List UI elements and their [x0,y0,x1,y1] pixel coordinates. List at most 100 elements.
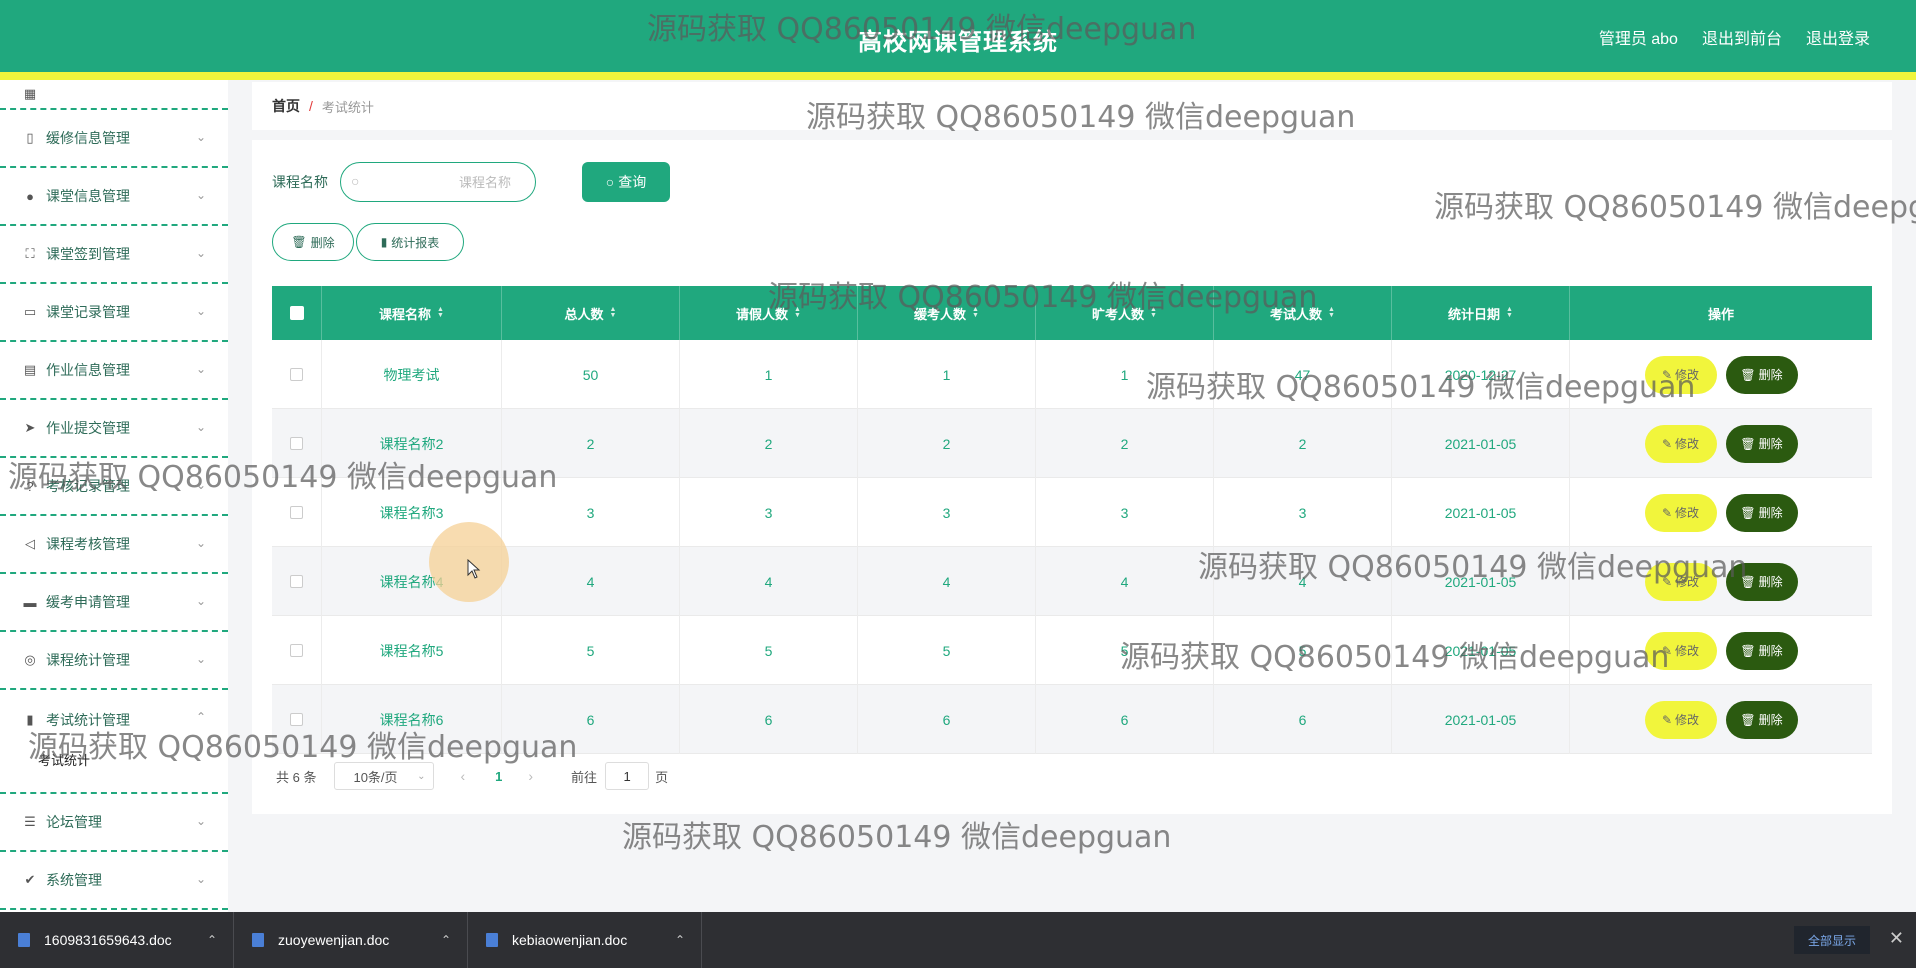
sidebar-item-homework-info[interactable]: ▤ 作业信息管理 ⌄ [0,342,228,400]
sidebar-item-label: 课程统计管理 [46,652,130,668]
sidebar-item-class-info[interactable]: ● 课堂信息管理 ⌄ [0,168,228,226]
sidebar-item-class-record[interactable]: ▭ 课堂记录管理 ⌄ [0,284,228,342]
sidebar-item-label: 作业提交管理 [46,420,130,436]
column-header[interactable]: 请假人数 ▲ ▼ [680,286,858,340]
sidebar-item-assessment-record[interactable]: ? 考核记录管理 ⌄ [0,458,228,516]
sidebar-item-exam-stats[interactable]: ▮ 考试统计管理 ⌃ 考试统计 [0,690,228,794]
report-button[interactable]: ▮ 统计报表 [356,223,464,261]
leave-cell: 4 [680,547,858,616]
sort-icon[interactable]: ▲ ▼ [437,306,444,319]
column-header[interactable]: 缓考人数 ▲ ▼ [858,286,1036,340]
bulb-icon: ● [26,188,34,204]
total-cell: 5 [502,616,680,685]
sliders-icon: ☰ [24,814,36,829]
column-header[interactable]: 考试人数 ▲ ▼ [1214,286,1392,340]
pagination: 共 6 条 10条/页 ⌄ ‹ 1 › 前往 页 [276,762,668,790]
chevron-up-icon[interactable]: ⌃ [207,933,217,947]
goto-label: 前往 [571,769,598,785]
edit-button[interactable]: ✎ 修改 [1644,355,1717,394]
column-header[interactable]: 旷考人数 ▲ ▼ [1036,286,1214,340]
column-header[interactable]: 总人数 ▲ ▼ [502,286,680,340]
prev-page-icon[interactable]: ‹ [460,768,465,784]
row-checkbox[interactable] [290,575,303,588]
edit-button[interactable]: ✎ 修改 [1644,631,1717,670]
sort-icon[interactable]: ▲ ▼ [972,306,979,319]
delete-button[interactable]: 🗑 删除 [1725,562,1798,601]
course-name-cell: 课程名称5 [322,616,502,685]
edit-button[interactable]: ✎ 修改 [1644,700,1717,739]
column-header-label: 考试人数 [1270,306,1323,322]
delete-button[interactable]: 🗑 删除 [1725,700,1798,739]
deferred-cell: 1 [858,340,1036,409]
download-item[interactable]: 1609831659643.doc ⌃ [0,912,234,968]
sidebar-item-course-assessment[interactable]: ◁ 课程考核管理 ⌄ [0,516,228,574]
query-button[interactable]: ○ 查询 [582,162,670,202]
close-icon[interactable]: ✕ [1889,928,1904,949]
absent-cell: 2 [1036,409,1214,478]
column-header-label: 操作 [1707,306,1734,322]
delete-button[interactable]: 🗑 删除 [1725,355,1798,394]
show-all-button[interactable]: 全部显示 [1793,926,1870,954]
document-icon [18,933,30,947]
sort-icon[interactable]: ▲ ▼ [794,306,801,319]
sidebar-item-forum[interactable]: ☰ 论坛管理 ⌄ [0,794,228,852]
logout-link[interactable]: 退出登录 [1806,25,1870,49]
header-links: 管理员 abo 退出到前台 退出登录 [1599,25,1870,49]
chevron-down-icon: ⌄ [195,188,206,202]
goto-page-input[interactable] [605,762,650,790]
row-checkbox[interactable] [290,368,303,381]
sort-icon[interactable]: ▲ ▼ [1506,306,1513,319]
chevron-up-icon[interactable]: ⌃ [441,933,451,947]
chevron-up-icon[interactable]: ⌃ [675,933,685,947]
back-to-front-link[interactable]: 退出到前台 [1702,25,1782,49]
actions-cell: ✎ 修改 🗑 删除 [1570,547,1872,616]
column-header[interactable]: 统计日期 ▲ ▼ [1392,286,1570,340]
breadcrumb-home[interactable]: 首页 [272,96,300,116]
edit-button[interactable]: ✎ 修改 [1644,562,1717,601]
column-header[interactable]: 课程名称 ▲ ▼ [322,286,502,340]
edit-button[interactable]: ✎ 修改 [1644,424,1717,463]
sidebar-item-system[interactable]: ✔ 系统管理 ⌄ [0,852,228,910]
edit-button[interactable]: ✎ 修改 [1644,493,1717,532]
chevron-up-icon: ⌃ [195,710,206,724]
question-icon: ? [26,478,34,494]
page-size-select[interactable]: 10条/页 ⌄ [334,762,435,790]
table-row: 课程名称5 5 5 5 5 5 2021-01-05 ✎ 修改 🗑 删除 [272,616,1872,685]
sidebar-item-homework-submit[interactable]: ➤ 作业提交管理 ⌄ [0,400,228,458]
submenu-item-exam-stats[interactable]: 考试统计 [38,750,90,769]
row-checkbox[interactable] [290,437,303,450]
sidebar-item-exam-stats-row: ▮ 考试统计管理 [22,710,130,730]
sidebar-item-checkin[interactable]: ⛶ 课堂签到管理 ⌄ [0,226,228,284]
search-field[interactable]: ○ [340,162,536,202]
row-checkbox[interactable] [290,506,303,519]
table-row: 物理考试 50 1 1 1 47 2020-12-27 ✎ 修改 🗑 删除 [272,340,1872,409]
course-name-cell: 课程名称6 [322,685,502,754]
search-icon: ○ [351,173,360,189]
next-page-icon[interactable]: › [528,768,533,784]
delete-button[interactable]: 🗑 删除 [1725,424,1798,463]
page-number[interactable]: 1 [495,769,502,784]
sidebar-item-top-partial[interactable]: ▦ [0,80,228,110]
bulk-delete-button[interactable]: 🗑 删除 [272,223,354,261]
sidebar-item-course-stats[interactable]: ◎ 课程统计管理 ⌄ [0,632,228,690]
delete-button[interactable]: 🗑 删除 [1725,631,1798,670]
row-checkbox[interactable] [290,713,303,726]
search-input[interactable] [373,171,523,193]
date-cell: 2021-01-05 [1392,616,1570,685]
download-item[interactable]: kebiaowenjian.doc ⌃ [468,912,702,968]
select-all-checkbox[interactable] [289,306,304,320]
download-item[interactable]: zuoyewenjian.doc ⌃ [234,912,468,968]
sort-icon[interactable]: ▲ ▼ [610,306,617,319]
date-cell: 2021-01-05 [1392,547,1570,616]
sort-icon[interactable]: ▲ ▼ [1150,306,1157,319]
sidebar-item-deferred-exam[interactable]: ▬ 缓考申请管理 ⌄ [0,574,228,632]
chevron-down-icon: ⌄ [195,362,206,376]
chevron-down-icon: ⌄ [195,652,206,666]
admin-user-link[interactable]: 管理员 abo [1599,25,1678,49]
sidebar-item-label: 缓考申请管理 [46,594,130,610]
sort-icon[interactable]: ▲ ▼ [1328,306,1335,319]
row-checkbox[interactable] [290,644,303,657]
sidebar-item-deferred-study[interactable]: ▯ 缓修信息管理 ⌄ [0,110,228,168]
delete-button[interactable]: 🗑 删除 [1725,493,1798,532]
trash-icon: 🗑 [1740,505,1756,520]
